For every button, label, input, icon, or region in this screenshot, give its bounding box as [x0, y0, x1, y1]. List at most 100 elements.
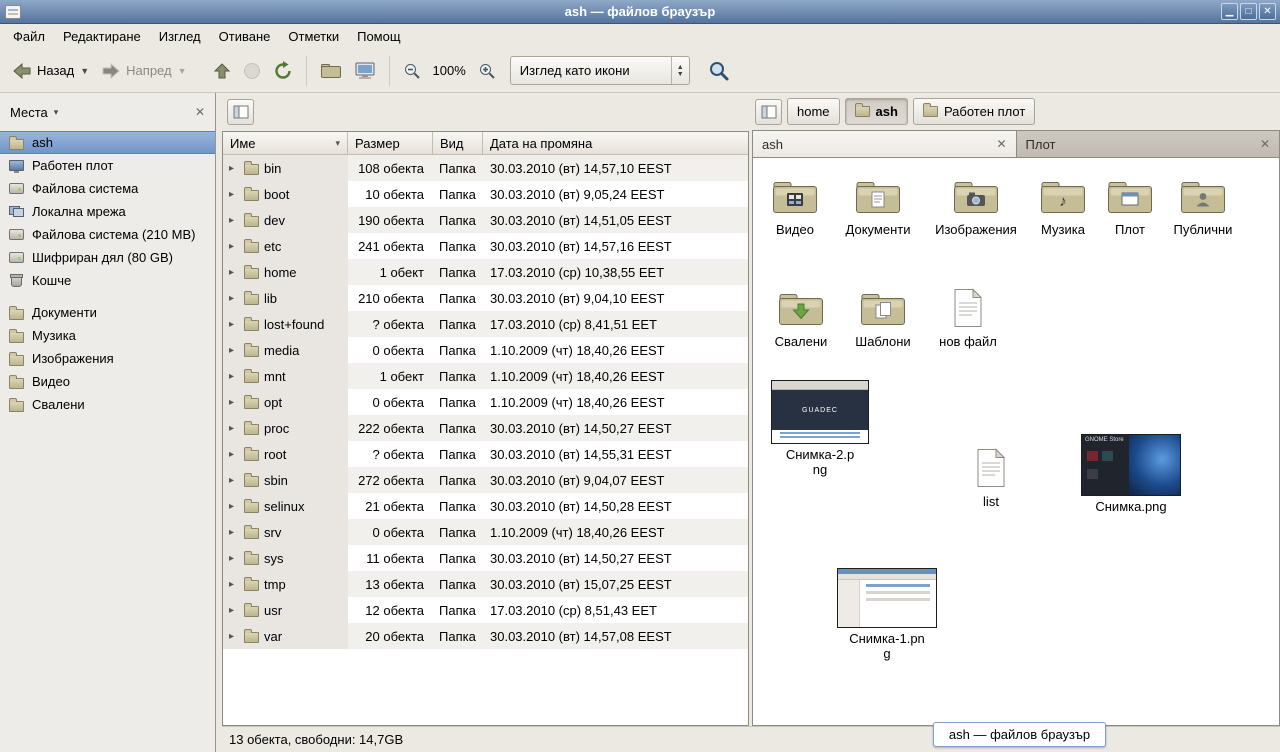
expander-icon[interactable]: ▸ — [229, 553, 239, 564]
tasklist-button[interactable]: ash — файлов браузър — [933, 722, 1106, 747]
places-menu-chevron-icon[interactable]: ▾ — [54, 107, 59, 118]
expander-icon[interactable]: ▸ — [229, 163, 239, 174]
file-icon-item[interactable]: Изображения — [932, 176, 1020, 237]
expander-icon[interactable]: ▸ — [229, 397, 239, 408]
back-dropdown-icon[interactable]: ▼ — [80, 66, 89, 76]
column-header[interactable]: Вид — [433, 132, 483, 155]
file-icon-item[interactable]: Снимка-1.png — [835, 568, 939, 661]
expander-icon[interactable]: ▸ — [229, 423, 239, 434]
column-header[interactable]: Размер — [348, 132, 433, 155]
up-button[interactable] — [207, 57, 237, 85]
expander-icon[interactable]: ▸ — [229, 631, 239, 642]
menu-item[interactable]: Изглед — [150, 26, 210, 47]
expander-icon[interactable]: ▸ — [229, 501, 239, 512]
file-icon-item[interactable]: Шаблони — [839, 288, 927, 349]
sidebar-title[interactable]: Места — [10, 105, 48, 120]
home-button[interactable] — [314, 57, 348, 85]
expander-icon[interactable]: ▸ — [229, 345, 239, 356]
sidebar-item[interactable]: Музика — [0, 324, 215, 347]
expander-icon[interactable]: ▸ — [229, 267, 239, 278]
table-row[interactable]: ▸ sys 11 обекта Папка 30.03.2010 (вт) 14… — [223, 545, 748, 571]
table-row[interactable]: ▸ lib 210 обекта Папка 30.03.2010 (вт) 9… — [223, 285, 748, 311]
sidebar-item[interactable]: Изображения — [0, 347, 215, 370]
table-row[interactable]: ▸ srv 0 обекта Папка 1.10.2009 (чт) 18,4… — [223, 519, 748, 545]
table-row[interactable]: ▸ opt 0 обекта Папка 1.10.2009 (чт) 18,4… — [223, 389, 748, 415]
sidebar-item[interactable]: Документи — [0, 301, 215, 324]
table-row[interactable]: ▸ sbin 272 обекта Папка 30.03.2010 (вт) … — [223, 467, 748, 493]
sidebar-item[interactable]: Шифриран дял (80 GB) — [0, 246, 215, 269]
expander-icon[interactable]: ▸ — [229, 579, 239, 590]
icon-view[interactable]: Видео Документи Изображения ♪ Музика Пло… — [752, 157, 1280, 726]
table-row[interactable]: ▸ bin 108 обекта Папка 30.03.2010 (вт) 1… — [223, 155, 748, 181]
table-row[interactable]: ▸ lost+found ? обекта Папка 17.03.2010 (… — [223, 311, 748, 337]
menu-item[interactable]: Редактиране — [54, 26, 150, 47]
search-button[interactable] — [702, 55, 736, 87]
table-row[interactable]: ▸ root ? обекта Папка 30.03.2010 (вт) 14… — [223, 441, 748, 467]
stop-button[interactable] — [237, 57, 267, 85]
back-button[interactable]: Назад ▼ — [6, 58, 95, 84]
expander-icon[interactable]: ▸ — [229, 241, 239, 252]
tab[interactable]: ash ✕ — [753, 131, 1017, 157]
table-row[interactable]: ▸ var 20 обекта Папка 30.03.2010 (вт) 14… — [223, 623, 748, 649]
file-icon-item[interactable]: Документи — [834, 176, 922, 237]
expander-icon[interactable]: ▸ — [229, 527, 239, 538]
column-header[interactable]: Име ▾ — [223, 132, 348, 155]
table-row[interactable]: ▸ etc 241 обекта Папка 30.03.2010 (вт) 1… — [223, 233, 748, 259]
spinner-arrows-icon[interactable]: ▲▼ — [671, 57, 689, 84]
close-button[interactable]: ✕ — [1259, 3, 1276, 20]
sidebar-item[interactable]: ash — [0, 131, 215, 154]
maximize-button[interactable]: □ — [1240, 3, 1257, 20]
tab[interactable]: Плот ✕ — [1017, 131, 1280, 157]
file-icon-item[interactable]: list — [948, 448, 1034, 509]
table-row[interactable]: ▸ media 0 обекта Папка 1.10.2009 (чт) 18… — [223, 337, 748, 363]
file-icon-item[interactable]: нов файл — [924, 288, 1012, 349]
table-row[interactable]: ▸ tmp 13 обекта Папка 30.03.2010 (вт) 15… — [223, 571, 748, 597]
expander-icon[interactable]: ▸ — [229, 475, 239, 486]
zoom-out-button[interactable] — [397, 57, 427, 85]
table-row[interactable]: ▸ proc 222 обекта Папка 30.03.2010 (вт) … — [223, 415, 748, 441]
table-row[interactable]: ▸ boot 10 обекта Папка 30.03.2010 (вт) 9… — [223, 181, 748, 207]
menu-item[interactable]: Отметки — [279, 26, 348, 47]
expander-icon[interactable]: ▸ — [229, 605, 239, 616]
forward-button[interactable]: Напред ▼ — [95, 58, 192, 84]
sidebar-item[interactable]: Свалени — [0, 393, 215, 416]
menu-item[interactable]: Отиване — [210, 26, 280, 47]
path-root-button[interactable] — [755, 99, 782, 125]
column-header[interactable]: Дата на промяна — [483, 132, 748, 155]
sidebar-item[interactable]: Видео — [0, 370, 215, 393]
expander-icon[interactable]: ▸ — [229, 371, 239, 382]
sidebar-close-icon[interactable]: ✕ — [195, 105, 205, 119]
menu-item[interactable]: Файл — [4, 26, 54, 47]
sidebar-item[interactable]: Работен плот — [0, 154, 215, 177]
file-icon-item[interactable]: Свалени — [757, 288, 845, 349]
minimize-button[interactable]: ▁ — [1221, 3, 1238, 20]
file-icon-item[interactable]: GUADEC Снимка-2.png — [770, 380, 870, 477]
expander-icon[interactable]: ▸ — [229, 189, 239, 200]
file-icon-item[interactable]: Публични — [1159, 176, 1247, 237]
path-button[interactable]: ash — [845, 98, 908, 125]
expander-icon[interactable]: ▸ — [229, 319, 239, 330]
tab-close-icon[interactable]: ✕ — [996, 137, 1006, 151]
reload-button[interactable] — [267, 56, 299, 86]
table-row[interactable]: ▸ usr 12 обекта Папка 17.03.2010 (ср) 8,… — [223, 597, 748, 623]
file-icon-item[interactable]: GNOME Store Снимка.png — [1079, 434, 1183, 514]
sidebar-item[interactable]: Локална мрежа — [0, 200, 215, 223]
expander-icon[interactable]: ▸ — [229, 215, 239, 226]
table-row[interactable]: ▸ home 1 обект Папка 17.03.2010 (ср) 10,… — [223, 259, 748, 285]
expander-icon[interactable]: ▸ — [229, 449, 239, 460]
path-button[interactable]: home — [787, 98, 840, 125]
zoom-in-button[interactable] — [472, 57, 502, 85]
title-bar[interactable]: ash — файлов браузър ▁ □ ✕ — [0, 0, 1280, 24]
location-toggle-button[interactable] — [227, 99, 254, 125]
view-mode-select[interactable]: Изглед като икони ▲▼ — [510, 56, 690, 85]
tab-close-icon[interactable]: ✕ — [1260, 137, 1270, 151]
table-row[interactable]: ▸ selinux 21 обекта Папка 30.03.2010 (вт… — [223, 493, 748, 519]
sidebar-item[interactable]: Кошче — [0, 269, 215, 292]
sidebar-item[interactable]: Файлова система — [0, 177, 215, 200]
table-row[interactable]: ▸ mnt 1 обект Папка 1.10.2009 (чт) 18,40… — [223, 363, 748, 389]
table-row[interactable]: ▸ dev 190 обекта Папка 30.03.2010 (вт) 1… — [223, 207, 748, 233]
expander-icon[interactable]: ▸ — [229, 293, 239, 304]
path-button[interactable]: Работен плот — [913, 98, 1035, 125]
menu-item[interactable]: Помощ — [348, 26, 409, 47]
computer-button[interactable] — [348, 56, 382, 86]
